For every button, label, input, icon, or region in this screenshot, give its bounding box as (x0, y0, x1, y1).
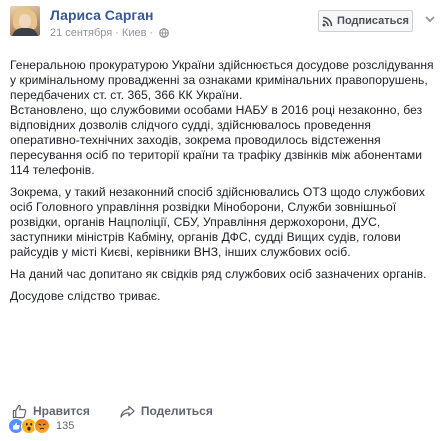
post-paragraph: Встановлено, що службовими особами НАБУ … (10, 103, 423, 177)
post-location[interactable]: Киев (122, 27, 147, 39)
follow-button[interactable]: Подписаться (318, 10, 413, 32)
post-paragraph: Досудове слідство триває. (10, 289, 161, 303)
angry-reaction-icon (34, 418, 50, 434)
chevron-down-icon[interactable] (423, 12, 437, 26)
share-label: Поделиться (140, 404, 213, 418)
follow-label: Подписаться (337, 15, 409, 27)
post-paragraph: Генеральною прокуратурою України здійсню… (10, 58, 434, 102)
reaction-count[interactable]: 135 (56, 420, 74, 432)
separator-dot: · (115, 27, 119, 39)
reactions-summary[interactable]: 135 (8, 417, 74, 435)
share-button[interactable]: Поделиться (120, 404, 213, 419)
separator-dot: · (149, 27, 154, 39)
like-label: Нравится (33, 404, 90, 418)
post-paragraph: На даний час допитано як свідків ряд слу… (10, 267, 427, 281)
facebook-post: Лариса Сарган 21 сентября · Киев · Подпи… (0, 0, 443, 441)
post-meta: 21 сентября · Киев · (50, 27, 169, 39)
author-name[interactable]: Лариса Сарган (50, 7, 153, 23)
post-date[interactable]: 21 сентября (50, 27, 112, 39)
post-body: Генеральною прокуратурою України здійсню… (10, 58, 438, 311)
rss-icon (322, 16, 333, 26)
post-paragraph: Зокрема, у такий незаконний спосіб здійс… (10, 185, 425, 259)
avatar[interactable] (10, 6, 40, 36)
share-arrow-icon (120, 405, 135, 418)
globe-icon[interactable] (159, 28, 169, 38)
